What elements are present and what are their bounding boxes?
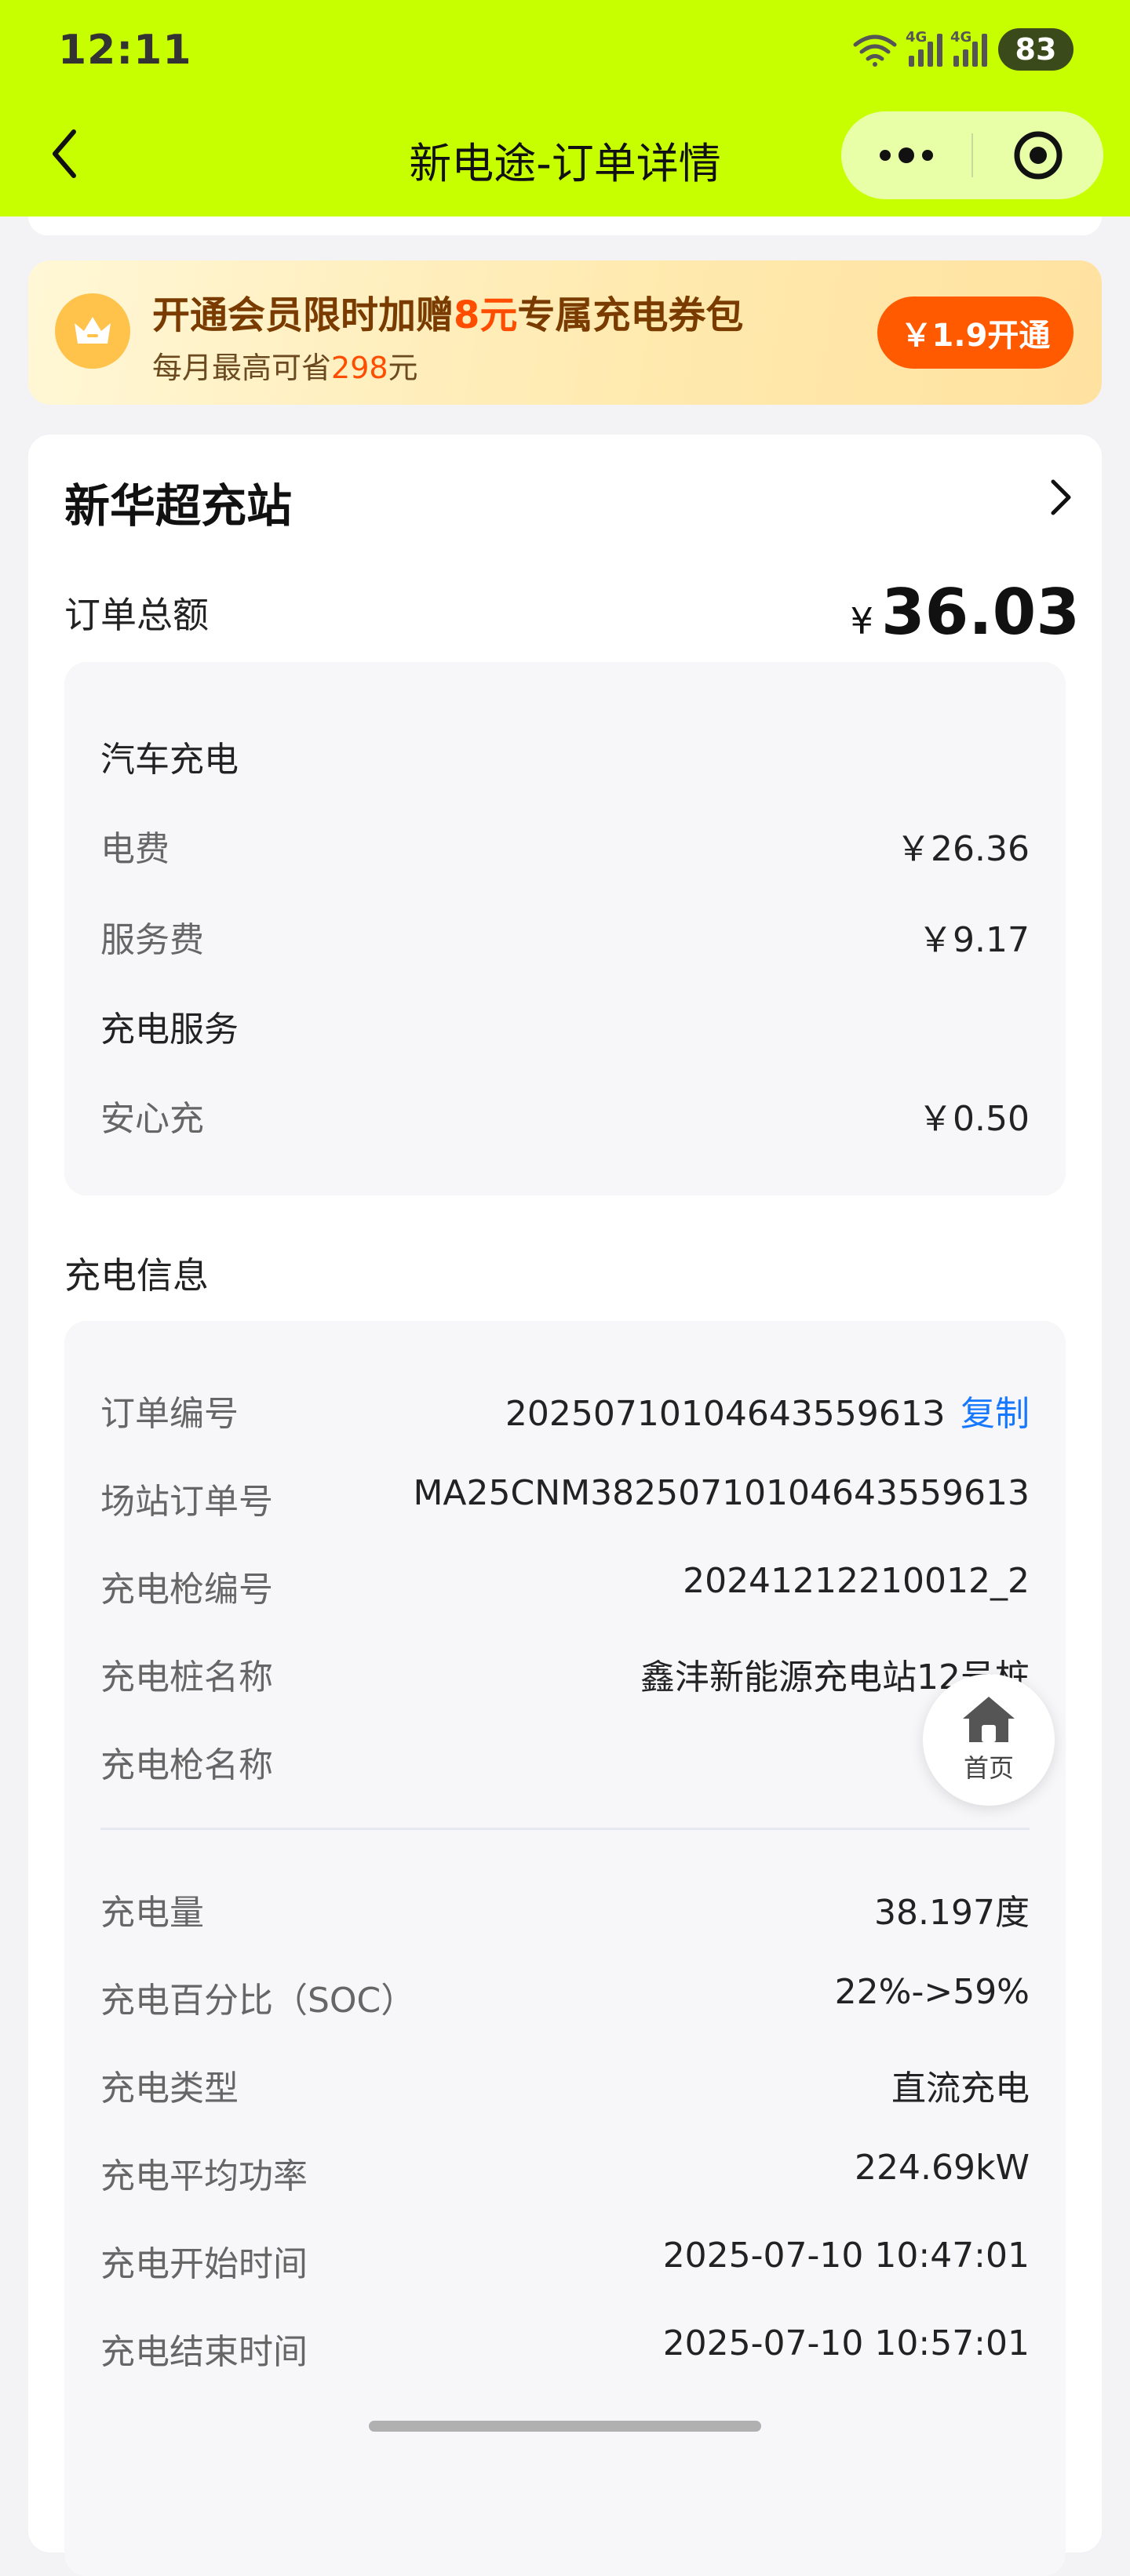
home-floating-button[interactable]: 首页 [923, 1674, 1055, 1806]
info-row: 充电枪名称 [100, 1737, 1030, 1785]
currency-symbol: ¥ [850, 600, 873, 642]
order-total-value: 36.03 [880, 576, 1080, 649]
info-label: 充电量 [100, 1893, 204, 1933]
info-value: 2025-07-10 10:47:01 [662, 2236, 1030, 2276]
network-type: 4G [906, 29, 928, 45]
info-label: 充电类型 [100, 2068, 239, 2108]
info-label: 充电百分比（SOC） [100, 1981, 416, 2021]
info-value: 2025-07-10 10:57:01 [662, 2323, 1030, 2363]
order-total-label: 订单总额 [64, 594, 209, 636]
chevron-right-icon [1051, 479, 1071, 515]
membership-promo-banner[interactable]: 开通会员限时加赠8元专属充电券包 每月最高可省298元 ￥1.9开通 [28, 260, 1102, 405]
info-row: 充电结束时间 2025-07-10 10:57:01 [100, 2323, 1030, 2372]
info-value: 直流充电 [891, 2068, 1030, 2108]
order-total-row: 订单总额 ¥ 36.03 [64, 576, 1080, 654]
charging-info-panel: 订单编号 2025071010464355961З 复制 场站订单号 MA25CN… [64, 1321, 1066, 2576]
info-label: 充电枪编号 [100, 1570, 273, 1610]
fee-value: ￥9.17 [918, 920, 1030, 960]
network-type-2: 4G [950, 29, 972, 45]
more-dot-icon [880, 150, 891, 161]
fee-row: 安心充 ￥0.50 [100, 1090, 1030, 1139]
crown-icon [55, 293, 130, 369]
info-value: MA25CNM38250710104643559613 [413, 1473, 1030, 1513]
station-row[interactable]: 新华超充站 [64, 469, 1077, 540]
charging-info-title: 充电信息 [64, 1254, 209, 1297]
order-total-amount: ¥ 36.03 [851, 576, 1080, 649]
status-bar: 12:11 4G 4G 83 [0, 0, 1130, 102]
cellular-signal-icon-2: 4G [950, 29, 987, 67]
fee-label: 服务费 [100, 920, 204, 960]
cellular-signal-icon: 4G [906, 29, 942, 67]
target-circle-icon [1014, 131, 1063, 180]
info-value: 22%->59% [834, 1972, 1030, 2012]
info-row: 充电开始时间 2025-07-10 10:47:01 [100, 2236, 1030, 2284]
info-label: 充电开始时间 [100, 2244, 308, 2284]
battery-indicator: 83 [998, 28, 1074, 71]
info-label: 充电结束时间 [100, 2332, 308, 2372]
status-icons: 4G 4G 83 [852, 28, 1074, 71]
home-icon [963, 1697, 1015, 1742]
info-value: 224.69kW [855, 2148, 1030, 2188]
more-button[interactable] [841, 111, 971, 199]
home-label: 首页 [963, 1753, 1014, 1783]
fee-section-header: 汽车充电 [100, 731, 1030, 780]
service-section-header: 充电服务 [100, 1001, 1030, 1050]
info-row: 充电枪编号 20241212210012_2 [100, 1561, 1030, 1610]
fee-label: 安心充 [100, 1099, 204, 1139]
close-mini-program-button[interactable] [973, 111, 1103, 199]
promo-subtitle: 每月最高可省298元 [152, 351, 418, 385]
nav-bar: 新电途-订单详情 [0, 102, 1130, 216]
mini-program-capsule [841, 111, 1103, 199]
info-value: 38.197度 [874, 1893, 1030, 1933]
copy-button[interactable]: 复制 [960, 1394, 1030, 1434]
fee-row: 电费 ￥26.36 [100, 820, 1030, 869]
info-row: 场站订单号 MA25CNM38250710104643559613 [100, 1473, 1030, 1522]
info-row: 充电类型 直流充电 [100, 2060, 1030, 2108]
info-row: 充电平均功率 224.69kW [100, 2148, 1030, 2196]
home-indicator[interactable] [369, 2421, 761, 2432]
fee-breakdown-panel: 汽车充电 电费 ￥26.36 服务费 ￥9.17 充电服务 安心充 ￥0.50 [64, 662, 1066, 1195]
promo-title: 开通会员限时加赠8元专属充电券包 [152, 293, 744, 337]
previous-card-edge [28, 216, 1102, 235]
fee-row: 服务费 ￥9.17 [100, 911, 1030, 960]
info-row-order-no: 订单编号 2025071010464355961З 复制 [100, 1385, 1030, 1435]
info-label: 订单编号 [100, 1394, 239, 1434]
info-row: 充电桩名称 鑫沣新能源充电站12号桩 [100, 1649, 1030, 1697]
info-row: 充电百分比（SOC） 22%->59% [100, 1972, 1030, 2021]
fee-label: 电费 [100, 829, 170, 869]
info-label: 场站订单号 [100, 1482, 273, 1522]
info-value: 20241212210012_2 [683, 1561, 1030, 1601]
service-section-title: 充电服务 [100, 1010, 239, 1050]
info-row: 充电量 38.197度 [100, 1884, 1030, 1933]
fee-value: ￥0.50 [918, 1099, 1030, 1139]
info-label: 充电平均功率 [100, 2156, 308, 2196]
order-detail-card: 新华超充站 订单总额 ¥ 36.03 汽车充电 电费 ￥26.36 服务费 ￥9… [28, 435, 1102, 2576]
info-divider [100, 1828, 1030, 1830]
info-label: 充电桩名称 [100, 1657, 273, 1697]
info-label: 充电枪名称 [100, 1745, 273, 1785]
fee-value: ￥26.36 [896, 829, 1030, 869]
info-value: 2025071010464355961З 复制 [505, 1385, 1030, 1435]
fee-section-title: 汽车充电 [100, 740, 239, 780]
station-name: 新华超充站 [64, 479, 293, 533]
wifi-icon [853, 35, 897, 67]
open-membership-button[interactable]: ￥1.9开通 [877, 297, 1074, 369]
more-dot-icon [922, 150, 933, 161]
order-number: 2025071010464355961З [505, 1394, 945, 1434]
more-dot-icon [899, 147, 914, 163]
status-time: 12:11 [58, 27, 192, 74]
